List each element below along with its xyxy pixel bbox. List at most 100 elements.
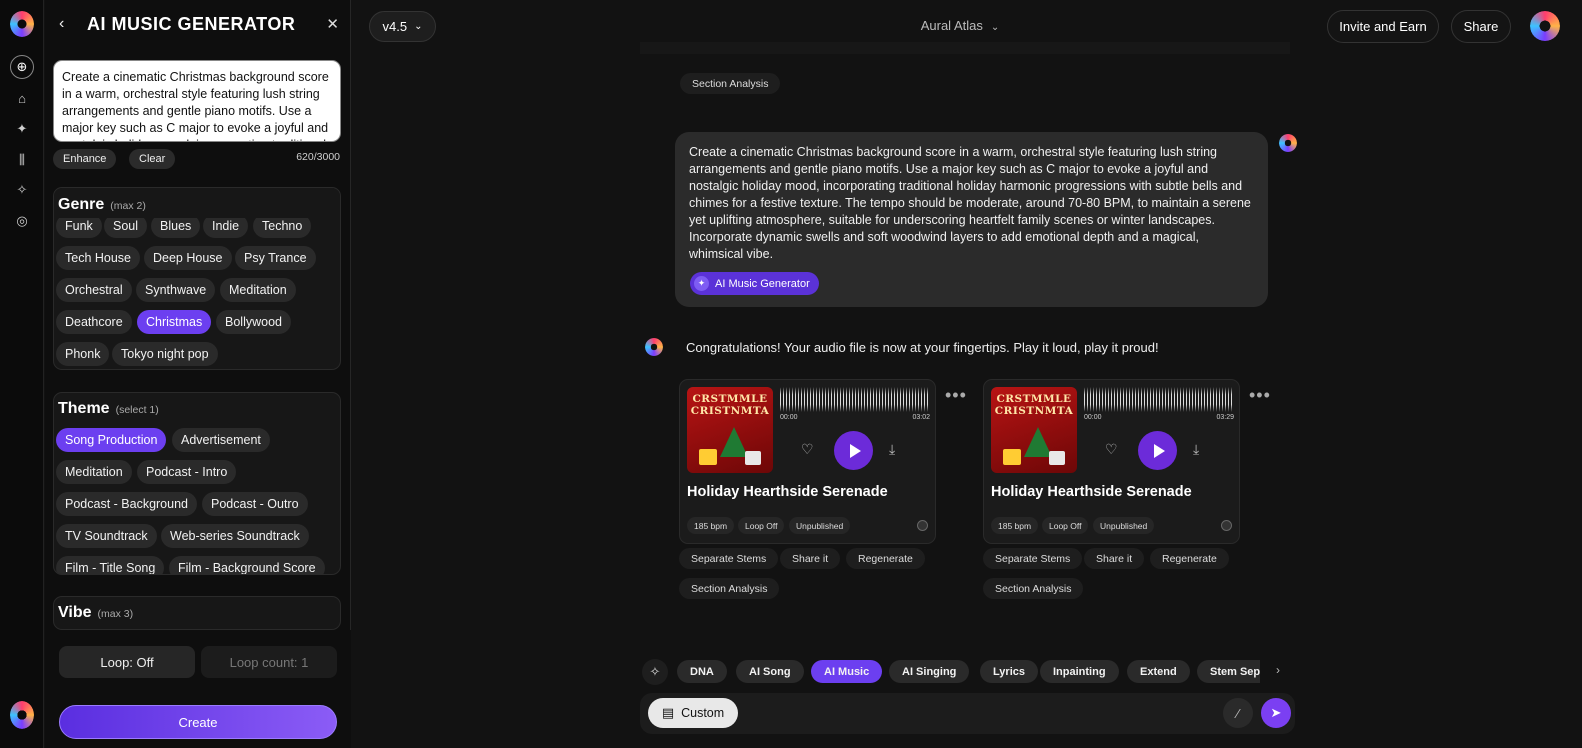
section-analysis-tag[interactable]: Section Analysis	[680, 73, 781, 94]
theme-chip[interactable]: Podcast - Intro	[137, 460, 237, 484]
track-times: 00:00 03:02	[780, 414, 930, 421]
genre-chip[interactable]: Meditation	[220, 278, 296, 302]
genre-chip[interactable]: Psy Trance	[235, 246, 316, 270]
ai-music-generator-badge[interactable]: ✦ AI Music Generator	[690, 272, 819, 295]
track-card: CRSTMMLE CRISTNMTA 00:00 03:02 ♡ ⤓ Holida…	[679, 379, 936, 544]
heart-icon[interactable]: ♡	[1105, 441, 1118, 458]
theme-chip[interactable]: Meditation	[56, 460, 132, 484]
tool-extend[interactable]: Extend	[1127, 660, 1190, 683]
tool-ai-music[interactable]: AI Music	[811, 660, 883, 683]
home-nav-icon[interactable]: ⌂	[10, 86, 34, 110]
panel-header: ‹ AI MUSIC GENERATOR ✕	[45, 0, 351, 48]
loop-badge[interactable]: Loop Off	[1042, 517, 1089, 534]
create-nav-icon[interactable]: ⊕	[10, 55, 34, 79]
user-avatar-icon[interactable]	[1530, 11, 1560, 41]
play-button[interactable]	[834, 431, 873, 470]
assistant-avatar-icon	[645, 338, 663, 356]
magic-wand-icon[interactable]: ⁄	[1223, 698, 1253, 728]
version-select[interactable]: v4.5 ⌄	[369, 11, 436, 42]
genre-chip[interactable]: Deep House	[144, 246, 232, 270]
regenerate-button[interactable]: Regenerate	[1150, 548, 1229, 569]
theme-chip[interactable]: Podcast - Background	[56, 492, 197, 516]
explore-nav-icon[interactable]: ◎	[10, 209, 34, 233]
profile-avatar-icon[interactable]	[10, 701, 34, 729]
share-button[interactable]: Share	[1451, 10, 1511, 43]
back-chevron-icon[interactable]: ‹	[59, 15, 75, 33]
workspace-label: Aural Atlas	[920, 18, 983, 33]
theme-title: Theme (select 1)	[58, 400, 159, 417]
select-radio[interactable]	[1221, 520, 1232, 531]
theme-chip[interactable]: Podcast - Outro	[202, 492, 308, 516]
download-icon[interactable]: ⤓	[889, 441, 895, 458]
library-nav-icon[interactable]: ⫼	[10, 148, 34, 172]
theme-chip[interactable]: Web-series Soundtrack	[161, 524, 309, 548]
chevron-down-icon: ⌄	[990, 22, 1000, 33]
left-rail: ⊕ ⌂ ✦ ⫼ ✧ ◎	[0, 0, 44, 748]
status-badge: Unpublished	[1093, 517, 1155, 534]
track-cover: CRSTMMLE CRISTNMTA	[687, 387, 773, 473]
section-analysis-button[interactable]: Section Analysis	[983, 578, 1084, 599]
chevron-right-icon[interactable]: ›	[1276, 663, 1280, 677]
download-icon[interactable]: ⤓	[1193, 441, 1199, 458]
app-logo-icon[interactable]	[10, 11, 34, 37]
genre-chip[interactable]: Tech House	[56, 246, 141, 270]
theme-chip[interactable]: TV Soundtrack	[56, 524, 157, 548]
enhance-button[interactable]: Enhance	[53, 149, 117, 169]
char-count: 620/3000	[296, 151, 340, 163]
send-button[interactable]: ➤	[1261, 698, 1291, 728]
prompt-textarea[interactable]: Create a cinematic Christmas background …	[53, 60, 341, 142]
tool-lyrics[interactable]: Lyrics	[980, 660, 1039, 683]
loop-badge[interactable]: Loop Off	[738, 517, 785, 534]
loop-toggle-button[interactable]: Loop: Off	[59, 646, 195, 678]
tools-nav-icon[interactable]: ✧	[10, 178, 34, 202]
custom-button[interactable]: ▤ Custom	[648, 698, 738, 728]
play-icon	[849, 443, 861, 458]
invite-earn-button[interactable]: Invite and Earn	[1327, 10, 1439, 43]
start-time: 00:00	[780, 414, 798, 421]
theme-chip[interactable]: Film - Background Score	[169, 556, 325, 574]
genre-chip[interactable]: Phonk	[56, 342, 110, 366]
badge-label: AI Music Generator	[715, 277, 810, 290]
genre-chip[interactable]: Orchestral	[56, 278, 132, 302]
sparkle-tools-icon[interactable]: ✧	[642, 659, 668, 685]
regenerate-button[interactable]: Regenerate	[846, 548, 925, 569]
send-icon: ➤	[1270, 705, 1282, 720]
genre-chip-selected[interactable]: Christmas	[137, 310, 212, 334]
tool-stem-sep[interactable]: Stem Sep	[1197, 660, 1260, 683]
status-badge: Unpublished	[789, 517, 851, 534]
separate-stems-button[interactable]: Separate Stems	[679, 548, 779, 569]
create-button[interactable]: Create	[59, 705, 337, 739]
close-icon[interactable]: ✕	[326, 15, 339, 33]
play-button[interactable]	[1138, 431, 1177, 470]
workspace-select[interactable]: Aural Atlas ⌄	[900, 18, 1020, 33]
more-options-icon[interactable]: •••	[1249, 385, 1271, 406]
genre-title-overlay: Genre (max 2)	[58, 196, 146, 213]
genre-chip[interactable]: Deathcore	[56, 310, 132, 334]
select-radio[interactable]	[917, 520, 928, 531]
genre-chip[interactable]: Synthwave	[136, 278, 216, 302]
tool-ai-singing[interactable]: AI Singing	[889, 660, 970, 683]
loop-count-button[interactable]: Loop count: 1	[201, 646, 337, 678]
genre-chip[interactable]: Bollywood	[216, 310, 291, 334]
section-analysis-button[interactable]: Section Analysis	[679, 578, 780, 599]
heart-icon[interactable]: ♡	[801, 441, 814, 458]
more-options-icon[interactable]: •••	[945, 385, 967, 406]
separate-stems-button[interactable]: Separate Stems	[983, 548, 1083, 569]
user-message-text: Create a cinematic Christmas background …	[689, 145, 1251, 261]
theme-chip[interactable]: Film - Title Song	[56, 556, 165, 574]
clear-button[interactable]: Clear	[129, 149, 176, 169]
genre-chip[interactable]: Tokyo night pop	[112, 342, 218, 366]
theme-chip-selected[interactable]: Song Production	[56, 428, 167, 452]
sparkle-nav-icon[interactable]: ✦	[10, 117, 34, 141]
share-it-button[interactable]: Share it	[1084, 548, 1145, 569]
gift-icon	[1049, 451, 1065, 465]
share-it-button[interactable]: Share it	[780, 548, 841, 569]
tool-ai-song[interactable]: AI Song	[736, 660, 804, 683]
bpm-badge: 185 bpm	[687, 517, 735, 534]
vibe-section: Vibe (max 3)	[53, 596, 341, 630]
tool-dna[interactable]: DNA	[677, 660, 727, 683]
tool-inpainting[interactable]: Inpainting	[1040, 660, 1119, 683]
bpm-badge: 185 bpm	[991, 517, 1039, 534]
theme-chip[interactable]: Advertisement	[172, 428, 270, 452]
end-time: 03:29	[1216, 414, 1234, 421]
